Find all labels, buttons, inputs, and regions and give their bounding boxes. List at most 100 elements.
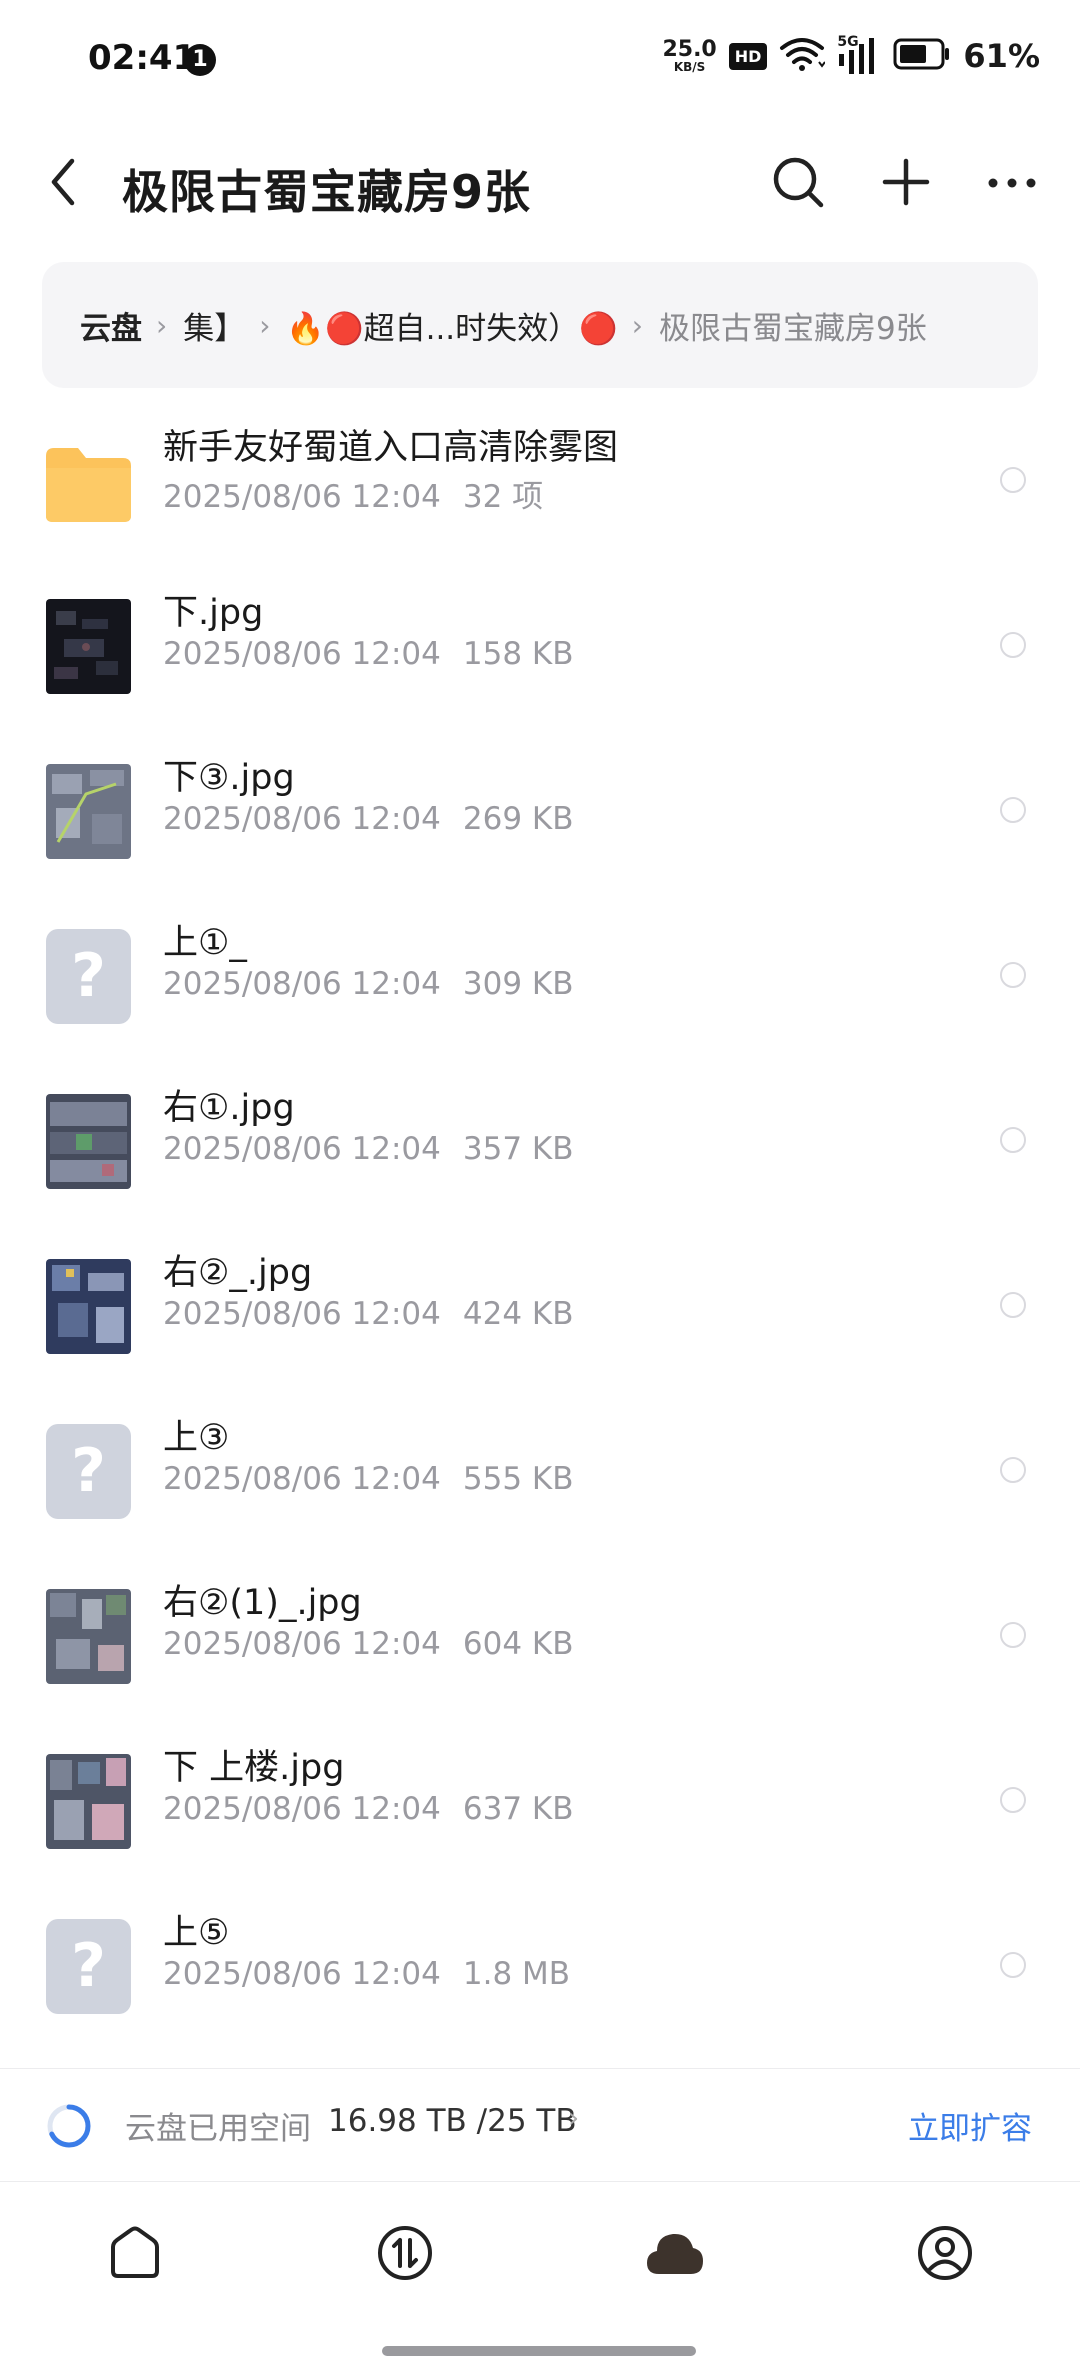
file-size: 309 KB: [462, 966, 574, 1002]
folder-icon: [46, 434, 131, 529]
file-date: 2025/08/06 12:04: [163, 1956, 441, 1992]
list-item[interactable]: 右②(1)_.jpg 2025/08/06 12:04 604 KB: [0, 1552, 1080, 1717]
select-radio[interactable]: [1000, 467, 1026, 493]
file-size: 269 KB: [462, 801, 574, 837]
file-size: 158 KB: [462, 636, 574, 672]
breadcrumb-item[interactable]: 集】: [183, 303, 245, 348]
home-icon: [107, 2225, 163, 2285]
image-thumbnail: [46, 1094, 131, 1189]
file-name: 新手友好蜀道入口高清除雾图: [163, 428, 619, 468]
file-size: 1.8 MB: [462, 1956, 571, 1992]
file-date: 2025/08/06 12:04: [163, 1791, 441, 1827]
bottom-nav: [0, 2180, 1080, 2330]
search-icon: [771, 155, 825, 213]
nav-profile[interactable]: [910, 2220, 980, 2290]
list-item[interactable]: 下.jpg 2025/08/06 12:04 158 KB: [0, 562, 1080, 727]
battery-percent: 61%: [963, 37, 1040, 75]
select-radio[interactable]: [1000, 1952, 1026, 1978]
status-bar: 02:41 1 25.0 KB/S HD 5G 61%: [0, 0, 1080, 120]
file-name: 下.jpg: [163, 593, 264, 633]
chevron-right-icon: ›: [259, 308, 271, 342]
select-radio[interactable]: [1000, 962, 1026, 988]
page-title: 极限古蜀宝藏房9张: [122, 165, 532, 219]
file-name: 下③.jpg: [163, 758, 295, 798]
file-list: 新手友好蜀道入口高清除雾图 2025/08/06 12:04 32 项 下.jpg…: [0, 397, 1080, 2047]
file-meta: 2025/08/06 12:04 269 KB: [163, 801, 574, 837]
file-meta: 2025/08/06 12:04 555 KB: [163, 1461, 574, 1497]
expand-storage-link[interactable]: 立即扩容: [908, 2103, 1032, 2148]
list-item[interactable]: ? 上⑤ 2025/08/06 12:04 1.8 MB: [0, 1882, 1080, 2047]
select-radio[interactable]: [1000, 632, 1026, 658]
file-size: 637 KB: [462, 1791, 574, 1827]
file-date: 2025/08/06 12:04: [163, 966, 441, 1002]
storage-label: 云盘已用空间: [125, 2111, 311, 2147]
file-size: 555 KB: [462, 1461, 574, 1497]
unknown-file-icon: ?: [46, 1919, 131, 2014]
chevron-right-icon: ›: [631, 308, 643, 342]
file-date: 2025/08/06 12:04: [163, 479, 441, 515]
network-speed-unit: KB/S: [673, 60, 706, 74]
status-time: 02:41: [88, 38, 197, 78]
list-item[interactable]: 右②_.jpg 2025/08/06 12:04 424 KB: [0, 1222, 1080, 1387]
file-size: 424 KB: [462, 1296, 574, 1332]
breadcrumb-item[interactable]: 🔥🔴超自...时失效）🔴: [286, 303, 617, 348]
select-radio[interactable]: [1000, 1292, 1026, 1318]
select-radio[interactable]: [1000, 1457, 1026, 1483]
file-date: 2025/08/06 12:04: [163, 1131, 441, 1167]
top-app-bar: 极限古蜀宝藏房9张: [0, 130, 1080, 240]
back-arrow-icon: [48, 157, 78, 211]
network-speed: 25.0 KB/S: [662, 37, 717, 74]
image-thumbnail: [46, 1589, 131, 1684]
signal-icon: 5G: [837, 34, 881, 74]
transfer-icon: [376, 2224, 434, 2286]
select-radio[interactable]: [1000, 1787, 1026, 1813]
file-date: 2025/08/06 12:04: [163, 636, 441, 672]
breadcrumb-item-current: 极限古蜀宝藏房9张: [658, 310, 927, 347]
select-radio[interactable]: [1000, 1622, 1026, 1648]
image-thumbnail: [46, 1754, 131, 1849]
cloud-icon: [645, 2228, 705, 2282]
file-meta: 2025/08/06 12:04 357 KB: [163, 1131, 574, 1167]
chevron-right-icon: ›: [568, 2101, 580, 2134]
select-radio[interactable]: [1000, 1127, 1026, 1153]
nav-transfer[interactable]: [370, 2220, 440, 2290]
list-item[interactable]: 下 上楼.jpg 2025/08/06 12:04 637 KB: [0, 1717, 1080, 1882]
nav-home[interactable]: [100, 2220, 170, 2290]
chevron-right-icon: ›: [156, 308, 168, 342]
unknown-file-icon: ?: [46, 1424, 131, 1519]
add-button[interactable]: [874, 152, 938, 216]
list-item[interactable]: ? 上③ 2025/08/06 12:04 555 KB: [0, 1387, 1080, 1552]
profile-icon: [916, 2224, 974, 2286]
file-date: 2025/08/06 12:04: [163, 1626, 441, 1662]
image-thumbnail: [46, 1259, 131, 1354]
file-meta: 2025/08/06 12:04 309 KB: [163, 966, 574, 1002]
image-thumbnail: [46, 764, 131, 859]
file-date: 2025/08/06 12:04: [163, 1461, 441, 1497]
search-button[interactable]: [766, 152, 830, 216]
list-item[interactable]: 右①.jpg 2025/08/06 12:04 357 KB: [0, 1057, 1080, 1222]
nav-cloud[interactable]: [640, 2220, 710, 2290]
file-name: 右①.jpg: [163, 1088, 295, 1128]
storage-usage-bar[interactable]: 云盘已用空间 16.98 TB /25 TB › 立即扩容: [0, 2068, 1080, 2182]
home-indicator[interactable]: [382, 2346, 696, 2356]
list-item[interactable]: 下③.jpg 2025/08/06 12:04 269 KB: [0, 727, 1080, 892]
image-thumbnail: [46, 599, 131, 694]
network-speed-value: 25.0: [662, 37, 717, 62]
back-button[interactable]: [38, 154, 88, 214]
battery-icon: [893, 38, 951, 74]
list-item[interactable]: ? 上①_ 2025/08/06 12:04 309 KB: [0, 892, 1080, 1057]
list-item[interactable]: 新手友好蜀道入口高清除雾图 2025/08/06 12:04 32 项: [0, 397, 1080, 562]
storage-ring-icon: [46, 2103, 92, 2153]
file-name: 下 上楼.jpg: [163, 1748, 345, 1788]
more-button[interactable]: [980, 152, 1044, 216]
notification-badge: 1: [184, 44, 216, 76]
select-radio[interactable]: [1000, 797, 1026, 823]
file-meta: 2025/08/06 12:04 32 项: [163, 471, 543, 516]
file-meta: 2025/08/06 12:04 637 KB: [163, 1791, 574, 1827]
breadcrumb-item-root[interactable]: 云盘: [80, 303, 142, 348]
file-size: 604 KB: [462, 1626, 574, 1662]
unknown-file-icon: ?: [46, 929, 131, 1024]
status-indicators: 25.0 KB/S HD 5G 61%: [662, 34, 1040, 78]
file-name: 上⑤: [163, 1913, 230, 1953]
file-name: 上③: [163, 1418, 230, 1458]
